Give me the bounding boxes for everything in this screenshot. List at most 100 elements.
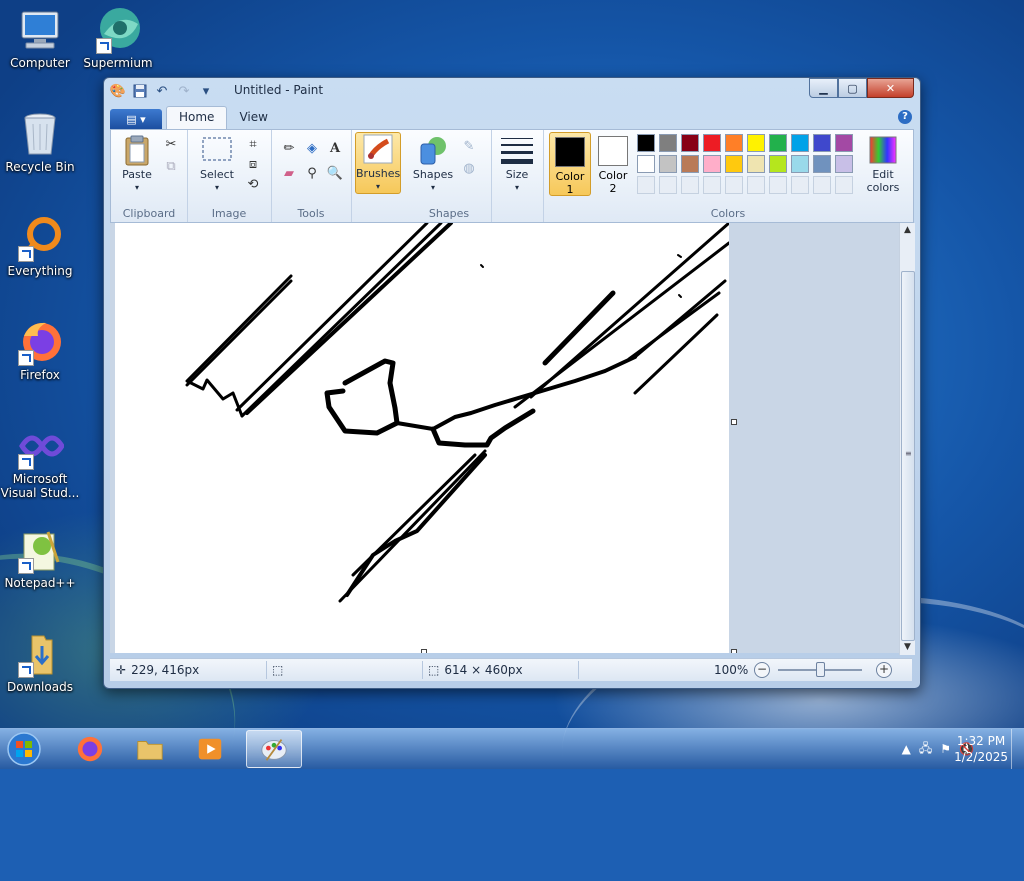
resize-icon[interactable]: ⧈ xyxy=(243,154,263,174)
palette-custom-slot[interactable] xyxy=(659,176,677,194)
color1-button[interactable]: Color 1 xyxy=(549,132,591,196)
maximize-button[interactable]: ▢ xyxy=(838,78,867,98)
palette-color-swatch[interactable] xyxy=(703,134,721,152)
zoom-in-button[interactable]: + xyxy=(876,662,892,678)
palette-custom-slot[interactable] xyxy=(813,176,831,194)
palette-custom-slot[interactable] xyxy=(681,176,699,194)
shapes-button[interactable]: Shapes ▾ xyxy=(411,134,455,194)
desktop-icon-supermium[interactable]: Supermium xyxy=(78,6,158,70)
palette-color-swatch[interactable] xyxy=(747,134,765,152)
start-button[interactable] xyxy=(4,730,44,768)
resize-handle-bottom[interactable] xyxy=(421,649,427,653)
palette-color-swatch[interactable] xyxy=(681,134,699,152)
palette-custom-slot[interactable] xyxy=(791,176,809,194)
clock[interactable]: 1:32 PM 1/2/2025 xyxy=(954,733,1008,765)
edit-colors-button[interactable]: Edit colors xyxy=(859,134,907,194)
undo-icon[interactable]: ↶ xyxy=(154,83,170,99)
desktop-icon-visual-studio[interactable]: Microsoft Visual Stud... xyxy=(0,422,80,500)
image-group-label: Image xyxy=(211,207,247,220)
close-button[interactable]: ✕ xyxy=(867,78,914,98)
taskbar-explorer[interactable] xyxy=(122,730,178,768)
eraser-icon[interactable]: ▰ xyxy=(279,163,299,183)
desktop-icon-firefox[interactable]: Firefox xyxy=(0,318,80,382)
show-desktop-button[interactable] xyxy=(1011,729,1024,769)
palette-custom-slot[interactable] xyxy=(835,176,853,194)
show-hidden-icons-icon[interactable]: ▲ xyxy=(902,742,911,756)
desktop-icon-computer[interactable]: Computer xyxy=(0,6,80,70)
crop-icon[interactable]: ⌗ xyxy=(243,134,263,154)
desktop-icon-everything[interactable]: Everything xyxy=(0,214,80,278)
scrollbar-thumb[interactable]: ≡ xyxy=(901,271,915,641)
tab-home[interactable]: Home xyxy=(166,106,228,129)
zoom-slider-thumb[interactable] xyxy=(816,662,825,677)
desktop-icon-downloads[interactable]: Downloads xyxy=(0,630,80,694)
desktop-icon-notepad-plus-plus[interactable]: Notepad++ xyxy=(0,526,80,590)
palette-color-swatch[interactable] xyxy=(813,134,831,152)
redo-icon[interactable]: ↷ xyxy=(176,83,192,99)
paste-button[interactable]: Paste ▾ xyxy=(115,134,159,194)
palette-color-swatch[interactable] xyxy=(703,155,721,173)
paint-window[interactable]: 🎨 ↶ ↷ ▾ Untitled - Paint ▁ ▢ ✕ ▤ ▾ Home … xyxy=(103,77,921,689)
help-icon[interactable]: ? xyxy=(898,110,912,124)
taskbar-paint[interactable] xyxy=(246,730,302,768)
vertical-scrollbar[interactable]: ▲ ≡ ▼ xyxy=(899,223,915,655)
title-bar[interactable]: 🎨 ↶ ↷ ▾ Untitled - Paint ▁ ▢ ✕ xyxy=(104,78,920,104)
select-button[interactable]: Select ▾ xyxy=(195,134,239,194)
cut-icon[interactable]: ✂ xyxy=(161,134,181,154)
drawing-canvas[interactable] xyxy=(115,223,729,653)
color2-button[interactable]: Color 2 xyxy=(593,132,633,195)
visual-studio-icon xyxy=(16,422,65,470)
palette-color-swatch[interactable] xyxy=(747,155,765,173)
palette-color-swatch[interactable] xyxy=(659,134,677,152)
palette-color-swatch[interactable] xyxy=(637,155,655,173)
palette-color-swatch[interactable] xyxy=(681,155,699,173)
palette-color-swatch[interactable] xyxy=(769,155,787,173)
size-button[interactable]: Size ▾ xyxy=(497,134,537,194)
color-picker-icon[interactable]: ⚲ xyxy=(302,163,322,183)
fill-icon[interactable]: ◈ xyxy=(302,138,322,158)
brushes-button[interactable]: Brushes ▾ xyxy=(355,132,401,194)
resize-handle-right[interactable] xyxy=(731,419,737,425)
rotate-icon[interactable]: ⟲ xyxy=(243,174,263,194)
copy-icon[interactable]: ⧉ xyxy=(161,156,181,176)
palette-color-swatch[interactable] xyxy=(725,134,743,152)
magnifier-icon[interactable]: 🔍 xyxy=(325,163,345,183)
edit-colors-label-2: colors xyxy=(866,181,900,194)
network-icon[interactable]: 🖧 xyxy=(919,739,932,760)
minimize-button[interactable]: ▁ xyxy=(809,78,838,98)
paint-menu-button[interactable]: ▤ ▾ xyxy=(110,109,162,129)
palette-color-swatch[interactable] xyxy=(769,134,787,152)
pencil-icon[interactable]: ✏ xyxy=(279,138,299,158)
palette-custom-slot[interactable] xyxy=(725,176,743,194)
palette-color-swatch[interactable] xyxy=(725,155,743,173)
outline-icon[interactable]: ✎ xyxy=(459,136,479,156)
scroll-down-icon[interactable]: ▼ xyxy=(900,640,915,655)
desktop-icon-recycle-bin[interactable]: Recycle Bin xyxy=(0,110,80,174)
palette-custom-slot[interactable] xyxy=(637,176,655,194)
clock-date: 1/2/2025 xyxy=(954,750,1008,764)
palette-color-swatch[interactable] xyxy=(835,134,853,152)
palette-color-swatch[interactable] xyxy=(813,155,831,173)
save-icon[interactable] xyxy=(132,83,148,99)
customize-toolbar-icon[interactable]: ▾ xyxy=(198,83,214,99)
paint-app-icon[interactable]: 🎨 xyxy=(110,83,126,99)
palette-custom-slot[interactable] xyxy=(703,176,721,194)
zoom-out-button[interactable]: − xyxy=(754,662,770,678)
palette-color-swatch[interactable] xyxy=(835,155,853,173)
action-center-flag-icon[interactable]: ⚑ xyxy=(940,742,951,756)
palette-custom-slot[interactable] xyxy=(769,176,787,194)
line-size-icon xyxy=(501,134,533,166)
palette-color-swatch[interactable] xyxy=(659,155,677,173)
resize-handle-corner[interactable] xyxy=(731,649,737,653)
tab-view[interactable]: View xyxy=(227,107,279,129)
text-icon[interactable]: A xyxy=(325,138,345,158)
palette-color-swatch[interactable] xyxy=(791,134,809,152)
palette-color-swatch[interactable] xyxy=(637,134,655,152)
scroll-up-icon[interactable]: ▲ xyxy=(900,223,915,238)
palette-color-swatch[interactable] xyxy=(791,155,809,173)
palette-custom-slot[interactable] xyxy=(747,176,765,194)
desktop-icon-label: Downloads xyxy=(7,680,73,694)
taskbar-media-player[interactable] xyxy=(182,730,238,768)
taskbar-firefox[interactable] xyxy=(62,730,118,768)
shape-fill-icon[interactable]: ◍ xyxy=(459,158,479,178)
